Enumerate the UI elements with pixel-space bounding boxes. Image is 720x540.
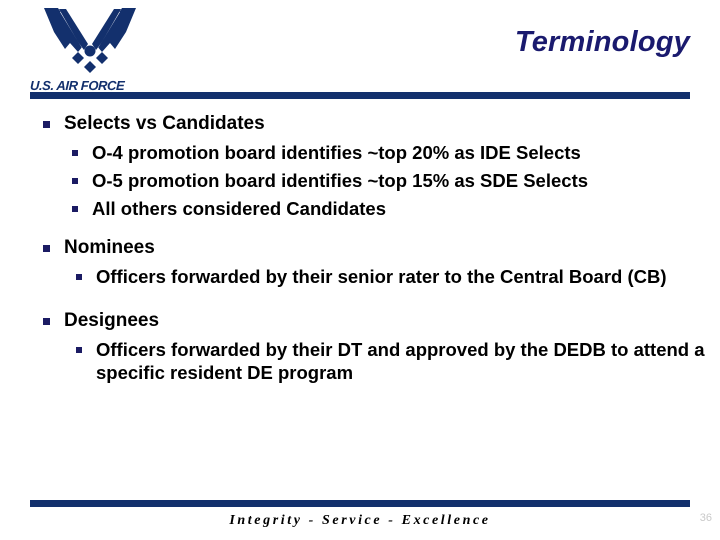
bullet-level2-label: Officers forwarded by their senior rater…	[96, 266, 667, 287]
bullet-level2-label: O-4 promotion board identifies ~top 20% …	[92, 142, 581, 163]
bullet-level2: Officers forwarded by their DT and appro…	[0, 338, 720, 384]
page-number: 36	[699, 512, 712, 524]
bullet-group: Designees Officers forwarded by their DT…	[0, 309, 720, 384]
bullet-group: Nominees Officers forwarded by their sen…	[0, 236, 720, 288]
footer-motto: Integrity - Service - Excellence	[229, 513, 491, 528]
bullet-level2: O-5 promotion board identifies ~top 15% …	[0, 169, 720, 192]
air-force-wordmark: U.S. AIR FORCE	[29, 78, 125, 93]
bullet-level2: Officers forwarded by their senior rater…	[0, 265, 720, 288]
square-bullet-icon	[72, 206, 78, 212]
header-divider-bar	[30, 92, 690, 99]
slide-body: Selects vs Candidates O-4 promotion boar…	[0, 112, 720, 389]
bullet-level2: O-4 promotion board identifies ~top 20% …	[0, 141, 720, 164]
bullet-level2-label: All others considered Candidates	[92, 198, 387, 219]
bullet-level1: Nominees	[0, 236, 720, 259]
bullet-level1-label: Nominees	[64, 237, 155, 258]
bullet-level1-label: Designees	[64, 310, 160, 331]
page-title: Terminology	[514, 26, 690, 58]
bullet-group: Selects vs Candidates O-4 promotion boar…	[0, 112, 720, 220]
bullet-level1: Designees	[0, 309, 720, 332]
bullet-level2-label: Officers forwarded by their DT and appro…	[96, 339, 705, 383]
slide: U.S. AIR FORCE Terminology Selects vs Ca…	[0, 0, 720, 540]
square-bullet-icon	[76, 347, 82, 353]
square-bullet-icon	[72, 178, 78, 184]
square-bullet-icon	[72, 150, 78, 156]
square-bullet-icon	[43, 318, 50, 325]
air-force-wings-logo	[34, 6, 146, 78]
bullet-level1-label: Selects vs Candidates	[64, 113, 265, 134]
square-bullet-icon	[43, 245, 50, 252]
footer-divider-bar	[30, 500, 690, 507]
bullet-level2-label: O-5 promotion board identifies ~top 15% …	[92, 170, 589, 191]
square-bullet-icon	[76, 274, 82, 280]
bullet-level1: Selects vs Candidates	[0, 112, 720, 135]
bullet-level2: All others considered Candidates	[0, 197, 720, 220]
square-bullet-icon	[43, 121, 50, 128]
